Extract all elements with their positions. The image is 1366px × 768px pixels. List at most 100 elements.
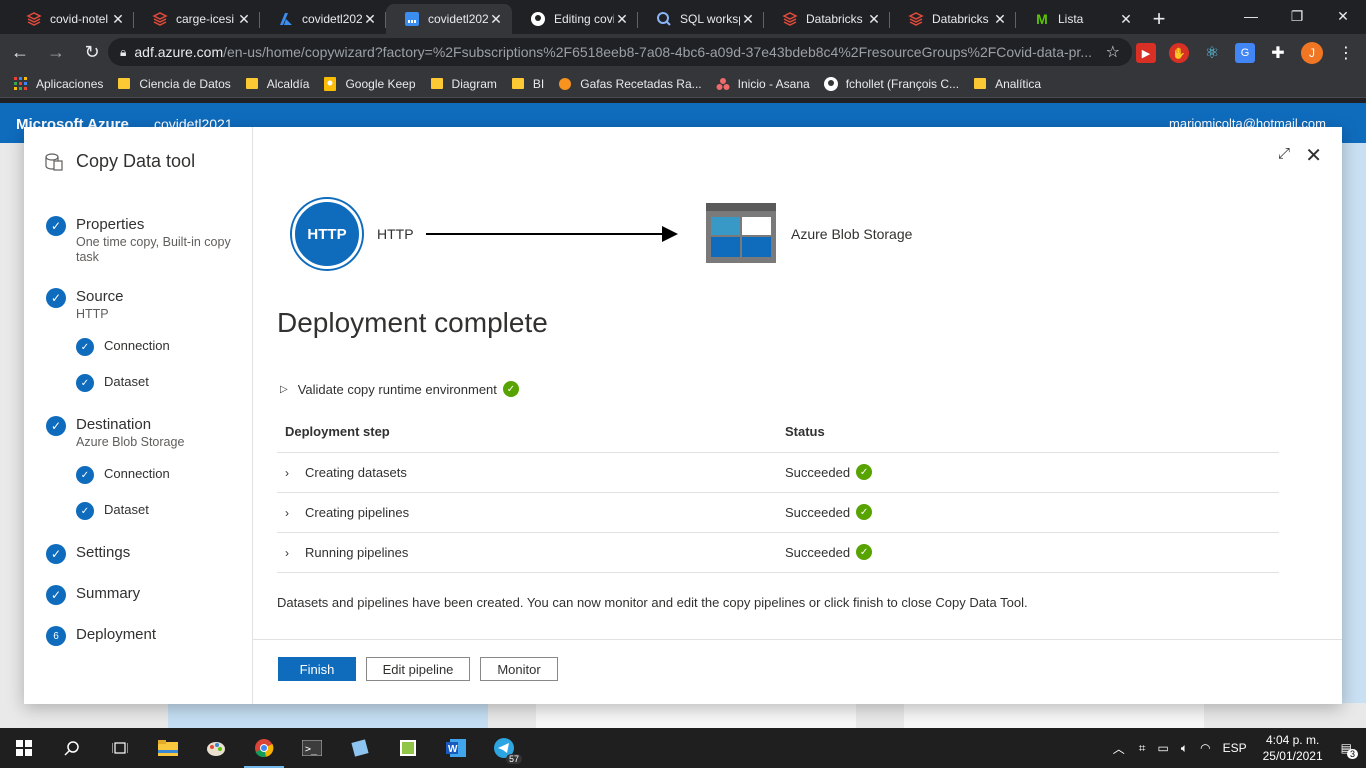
step-settings[interactable]: ✓ Settings	[46, 544, 130, 564]
browser-tab[interactable]: covid-notel ✕	[8, 4, 134, 34]
close-tab-icon[interactable]: ✕	[488, 11, 504, 28]
close-tab-icon[interactable]: ✕	[236, 11, 252, 28]
bookmark-gafas[interactable]: Gafas Recetadas Ra...	[558, 77, 702, 91]
databricks-icon	[152, 11, 168, 27]
close-tab-icon[interactable]: ✕	[992, 11, 1008, 28]
table-row[interactable]: › Running pipelines Succeeded ✓	[277, 532, 1279, 573]
edit-pipeline-button[interactable]: Edit pipeline	[366, 657, 470, 681]
profile-avatar[interactable]: J	[1301, 42, 1323, 64]
browser-tab-active[interactable]: covidetl202 ✕	[386, 4, 512, 34]
word-icon[interactable]: W	[432, 728, 480, 768]
source-label: HTTP	[377, 226, 414, 242]
close-tab-icon[interactable]: ✕	[740, 11, 756, 28]
terminal-icon[interactable]: >_	[288, 728, 336, 768]
step-source-dataset[interactable]: ✓ Dataset	[76, 374, 149, 392]
checkmark-icon: ✓	[76, 374, 94, 392]
bookmark-folder[interactable]: Alcaldía	[245, 77, 309, 91]
step-properties[interactable]: ✓ Properties One time copy, Built-in cop…	[46, 216, 246, 265]
browser-tab[interactable]: Databricks ✕	[764, 4, 890, 34]
step-destination[interactable]: ✓ Destination Azure Blob Storage	[46, 416, 184, 450]
table-row[interactable]: › Creating pipelines Succeeded ✓	[277, 492, 1279, 533]
extensions-puzzle-icon[interactable]: ✚	[1268, 43, 1288, 63]
search-icon[interactable]	[48, 728, 96, 768]
column-header-step: Deployment step	[277, 412, 777, 453]
wifi-icon[interactable]: ◠	[1200, 741, 1210, 755]
bookmark-star-icon[interactable]: ☆	[1106, 42, 1120, 62]
file-explorer-icon[interactable]	[144, 728, 192, 768]
reload-icon[interactable]: ↻	[76, 36, 108, 68]
close-tab-icon[interactable]: ✕	[866, 11, 882, 28]
bookmark-folder[interactable]: Analítica	[973, 77, 1041, 91]
close-icon[interactable]: ✕	[1305, 143, 1322, 168]
extension-stop-icon[interactable]: ✋	[1169, 43, 1189, 63]
address-bar[interactable]: 🔒︎ adf.azure.com/en-us/home/copywizard?f…	[108, 38, 1132, 66]
step-destination-dataset[interactable]: ✓ Dataset	[76, 502, 149, 520]
notepad-plus-plus-icon[interactable]	[384, 728, 432, 768]
chevron-up-icon[interactable]: ︿	[1113, 740, 1125, 757]
forward-arrow-icon[interactable]: →	[40, 36, 72, 68]
http-globe-icon: HTTP	[292, 199, 362, 269]
browser-tab[interactable]: M Lista ✕	[1016, 4, 1142, 34]
google-translate-icon[interactable]: G	[1235, 43, 1255, 63]
task-view-icon[interactable]	[96, 728, 144, 768]
sql-icon	[656, 11, 672, 27]
github-icon	[823, 76, 838, 91]
bookmark-folder[interactable]: BI	[511, 77, 544, 91]
clock[interactable]: 4:04 p. m. 25/01/2021	[1263, 732, 1323, 764]
expand-icon[interactable]: ⤢	[1278, 145, 1290, 162]
minimize-icon[interactable]: —	[1228, 0, 1274, 32]
folder-icon	[511, 77, 525, 91]
extension-red-icon[interactable]: ▶	[1136, 43, 1156, 63]
step-deployment[interactable]: 6 Deployment	[46, 626, 156, 646]
step-source[interactable]: ✓ Source HTTP	[46, 288, 124, 322]
bookmark-keep[interactable]: Google Keep	[323, 76, 416, 91]
new-tab-button[interactable]: +	[1142, 4, 1176, 34]
notifications-icon[interactable]: ▤ 3	[1341, 741, 1358, 759]
finish-button[interactable]: Finish	[278, 657, 356, 681]
chevron-right-icon[interactable]: ›	[285, 546, 297, 560]
github-icon	[530, 11, 546, 27]
close-tab-icon[interactable]: ✕	[110, 11, 126, 28]
deployment-steps-table: Deployment step Status › Creating dataset…	[277, 412, 1279, 573]
bookmark-asana[interactable]: Inicio - Asana	[716, 77, 810, 91]
step-source-connection[interactable]: ✓ Connection	[76, 338, 170, 356]
bookmark-apps[interactable]: Aplicaciones	[14, 76, 103, 91]
battery-icon[interactable]: ▭	[1158, 741, 1169, 755]
browser-tab[interactable]: Editing covi ✕	[512, 4, 638, 34]
step-summary[interactable]: ✓ Summary	[46, 585, 140, 605]
close-tab-icon[interactable]: ✕	[1118, 11, 1134, 28]
menu-kebab-icon[interactable]: ⋮	[1336, 43, 1356, 63]
close-tab-icon[interactable]: ✕	[614, 11, 630, 28]
copy-data-dialog: Copy Data tool ✓ Properties One time cop…	[24, 127, 1342, 704]
chrome-icon[interactable]	[240, 728, 288, 768]
close-window-icon[interactable]: ✕	[1320, 0, 1366, 32]
step-destination-connection[interactable]: ✓ Connection	[76, 466, 170, 484]
chevron-right-icon[interactable]: ›	[285, 506, 297, 520]
close-tab-icon[interactable]: ✕	[362, 11, 378, 28]
telegram-icon[interactable]: 57	[480, 728, 528, 768]
chevron-right-icon[interactable]: ›	[285, 466, 297, 480]
validate-runtime-row[interactable]: ▷ Validate copy runtime environment ✓	[280, 381, 519, 397]
bookmark-folder[interactable]: Diagram	[430, 77, 497, 91]
windows-start-icon[interactable]	[0, 728, 48, 768]
react-devtools-icon[interactable]: ⚛	[1202, 43, 1222, 63]
caret-right-icon[interactable]: ▷	[280, 384, 288, 395]
bookmark-github[interactable]: fchollet (François C...	[823, 76, 959, 91]
notepad-icon[interactable]	[336, 728, 384, 768]
usb-icon[interactable]: ⌗	[1139, 741, 1146, 756]
table-row[interactable]: › Creating datasets Succeeded ✓	[277, 452, 1279, 493]
browser-tab[interactable]: Databricks ✕	[890, 4, 1016, 34]
language-indicator[interactable]: ESP	[1223, 741, 1247, 755]
restore-icon[interactable]: ❐	[1274, 0, 1320, 32]
browser-tab[interactable]: SQL worksp ✕	[638, 4, 764, 34]
monitor-button[interactable]: Monitor	[480, 657, 558, 681]
bookmark-folder[interactable]: Ciencia de Datos	[117, 77, 231, 91]
success-check-icon: ✓	[856, 504, 873, 520]
back-arrow-icon[interactable]: ←	[4, 36, 36, 68]
browser-tab[interactable]: carge-icesi ✕	[134, 4, 260, 34]
footer-divider	[253, 639, 1342, 640]
checkmark-icon: ✓	[76, 466, 94, 484]
paint-icon[interactable]	[192, 728, 240, 768]
volume-icon[interactable]: 🔈︎	[1181, 741, 1188, 756]
browser-tab[interactable]: covidetl202 ✕	[260, 4, 386, 34]
